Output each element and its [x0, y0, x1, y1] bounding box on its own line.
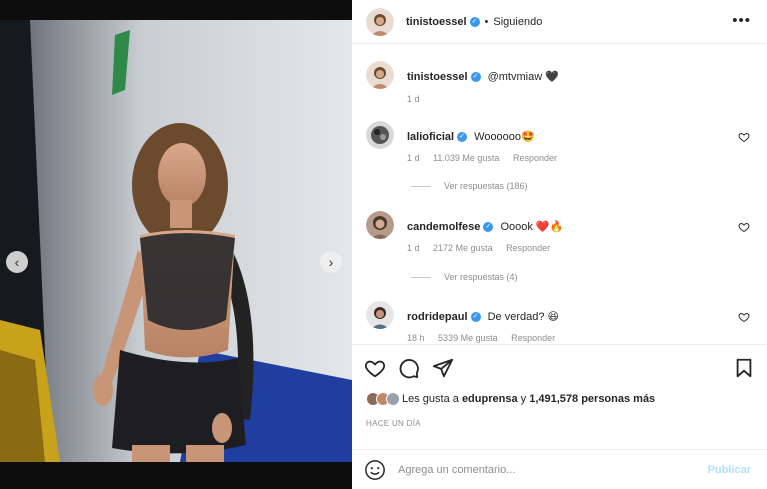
comment-input[interactable] — [398, 464, 708, 476]
author-info: tinistoessel ✓ • Siguiendo — [406, 16, 542, 28]
view-replies-label: Ver respuestas (4) — [444, 272, 518, 282]
comments-list[interactable]: tinistoessel ✓ @mtvmiaw 🖤 1 d lalioficial… — [352, 44, 767, 344]
add-comment-bar: Publicar — [352, 449, 767, 489]
carousel-prev-button[interactable]: ‹ — [6, 251, 28, 273]
comment-avatar[interactable] — [366, 301, 394, 329]
comment-like-icon[interactable] — [738, 311, 750, 323]
verified-icon: ✓ — [457, 132, 468, 143]
view-replies-label: Ver respuestas (186) — [444, 181, 528, 191]
caption-avatar[interactable] — [366, 61, 394, 89]
comment-meta: 1 d 2172 Me gusta Responder — [407, 243, 561, 253]
replies-divider — [411, 185, 431, 187]
post-info-pane: tinistoessel ✓ • Siguiendo ••• tinistoes… — [352, 0, 767, 489]
caption-mention[interactable]: @mtvmiaw — [488, 71, 543, 83]
post-photo[interactable]: ‹ › — [0, 20, 352, 462]
comment-emoji: 🤩 — [521, 131, 535, 143]
comment-time: 1 d — [407, 243, 420, 253]
comment-likes-count[interactable]: 2172 Me gusta — [433, 243, 493, 253]
comment-text: Woooooo — [474, 131, 522, 143]
photo-pane: ‹ › — [0, 0, 352, 489]
caption-emoji: 🖤 — [545, 71, 559, 83]
likes-summary[interactable]: Les gusta a eduprensa y 1,491,578 person… — [366, 392, 655, 406]
reply-button[interactable]: Responder — [513, 153, 557, 163]
verified-icon: ✓ — [470, 72, 481, 83]
comment-like-icon[interactable] — [738, 221, 750, 233]
comment-time: 18 h — [407, 333, 425, 343]
post-actions: Les gusta a eduprensa y 1,491,578 person… — [352, 344, 767, 489]
comment-username[interactable]: candemolfese — [407, 221, 480, 233]
photo-image — [0, 20, 352, 462]
bookmark-icon[interactable] — [733, 357, 755, 379]
comment-username[interactable]: lalioficial — [407, 131, 454, 143]
comment-item: candemolfese ✓ Ooook ❤️🔥 1 d 2172 Me gust… — [366, 211, 756, 291]
comment-avatar[interactable] — [366, 121, 394, 149]
comment-like-icon[interactable] — [738, 131, 750, 143]
share-icon[interactable] — [432, 357, 454, 379]
comment-emoji: 😆 — [547, 311, 559, 323]
emoji-icon[interactable] — [364, 459, 386, 481]
comment-text: Ooook — [500, 221, 533, 233]
likes-count[interactable]: 1,491,578 personas más — [529, 393, 655, 405]
comment-item: rodridepaul ✓ De verdad? 😆 18 h 5339 Me g… — [366, 301, 756, 344]
chevron-left-icon: ‹ — [14, 254, 20, 270]
heart-icon[interactable] — [364, 357, 386, 379]
comment-meta: 1 d 11.039 Me gusta Responder — [407, 153, 568, 163]
comment-likes-count[interactable]: 5339 Me gusta — [438, 333, 498, 343]
comment-body: rodridepaul ✓ De verdad? 😆 — [407, 310, 559, 323]
comment-text: De verdad? — [487, 311, 545, 323]
likes-user[interactable]: eduprensa — [462, 393, 518, 405]
verified-icon: ✓ — [470, 312, 481, 323]
more-options-button[interactable]: ••• — [732, 13, 751, 28]
verified-icon: ✓ — [483, 222, 494, 233]
separator-dot: • — [484, 15, 489, 28]
view-replies-button[interactable]: Ver respuestas (186) — [411, 181, 528, 191]
comment-avatar[interactable] — [366, 211, 394, 239]
likes-connector: y — [520, 393, 527, 405]
action-bar — [364, 357, 454, 379]
view-replies-button[interactable]: Ver respuestas (4) — [411, 272, 518, 282]
comment-emoji: ❤️🔥 — [535, 221, 564, 233]
comment-icon[interactable] — [398, 357, 420, 379]
follow-status-button[interactable]: Siguiendo — [493, 16, 542, 28]
author-avatar[interactable] — [366, 7, 394, 36]
comment-item: lalioficial ✓ Woooooo🤩 1 d 11.039 Me gust… — [366, 121, 756, 201]
carousel-next-button[interactable]: › — [320, 251, 342, 273]
verified-icon: ✓ — [469, 16, 480, 27]
caption: tinistoessel ✓ @mtvmiaw 🖤 1 d — [366, 61, 756, 111]
likers-avatars — [366, 392, 400, 406]
comment-likes-count[interactable]: 11.039 Me gusta — [433, 153, 499, 163]
publish-button[interactable]: Publicar — [708, 464, 751, 476]
likes-prefix: Les gusta a — [402, 393, 459, 405]
author-username[interactable]: tinistoessel — [406, 16, 467, 28]
comment-body: lalioficial ✓ Woooooo🤩 — [407, 130, 535, 143]
caption-username[interactable]: tinistoessel — [407, 71, 468, 83]
post-header: tinistoessel ✓ • Siguiendo ••• — [352, 0, 767, 44]
liker-avatar — [386, 392, 400, 406]
caption-meta: 1 d — [407, 94, 431, 104]
comment-time: 1 d — [407, 153, 420, 163]
reply-button[interactable]: Responder — [511, 333, 555, 343]
caption-time: 1 d — [407, 94, 420, 104]
comment-meta: 18 h 5339 Me gusta Responder — [407, 333, 566, 343]
caption-body: tinistoessel ✓ @mtvmiaw 🖤 — [407, 70, 559, 83]
comment-username[interactable]: rodridepaul — [407, 311, 468, 323]
replies-divider — [411, 276, 431, 278]
post-timestamp: HACE UN DÍA — [366, 419, 421, 428]
chevron-right-icon: › — [328, 254, 334, 270]
comment-body: candemolfese ✓ Ooook ❤️🔥 — [407, 220, 563, 233]
reply-button[interactable]: Responder — [506, 243, 550, 253]
